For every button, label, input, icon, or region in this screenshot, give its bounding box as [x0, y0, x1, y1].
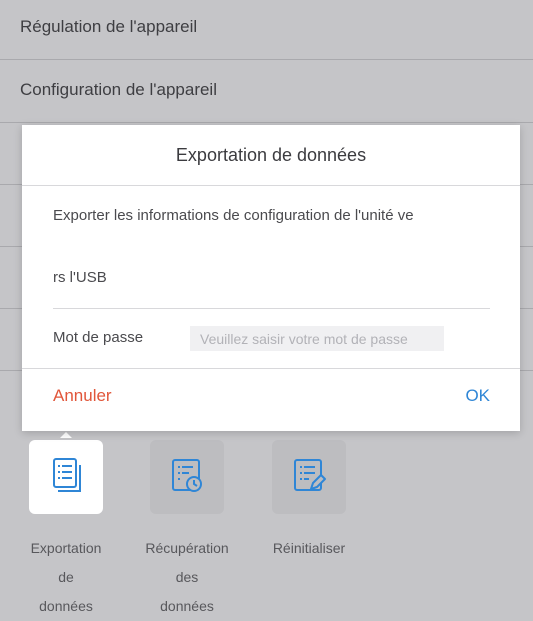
export-data-dialog: Exportation de données Exporter les info… [22, 125, 520, 431]
password-input[interactable] [190, 326, 444, 351]
dialog-message-line: Exporter les informations de configurati… [53, 207, 414, 224]
menu-item-device-regulation[interactable]: Régulation de l'appareil [0, 0, 533, 60]
tile-icon-box[interactable] [150, 440, 224, 514]
document-restore-icon [172, 459, 202, 492]
tile-icon-box[interactable] [272, 440, 346, 514]
dialog-title: Exportation de données [22, 125, 520, 186]
cancel-button[interactable]: Annuler [53, 381, 112, 411]
document-list-icon [53, 458, 81, 492]
tile-icon-box[interactable] [29, 440, 103, 514]
dialog-message-line: rs l'USB [53, 269, 107, 286]
function-tiles: Exportation de données Récupération des … [0, 432, 533, 614]
divider [53, 308, 490, 309]
document-edit-icon [294, 459, 326, 491]
divider [22, 368, 520, 369]
dialog-message: Exporter les informations de configurati… [53, 203, 503, 290]
menu-item-device-configuration[interactable]: Configuration de l'appareil [0, 60, 533, 123]
tile-label: Récupération des données [145, 540, 229, 614]
active-caret [60, 432, 72, 438]
menu-item-label: Régulation de l'appareil [20, 17, 198, 36]
tile-label: Réinitialiser [272, 540, 346, 556]
tile-label: Exportation de données [30, 540, 102, 614]
password-label: Mot de passe [53, 329, 144, 346]
ok-button[interactable]: OK [465, 381, 490, 411]
menu-item-label: Configuration de l'appareil [20, 80, 217, 99]
